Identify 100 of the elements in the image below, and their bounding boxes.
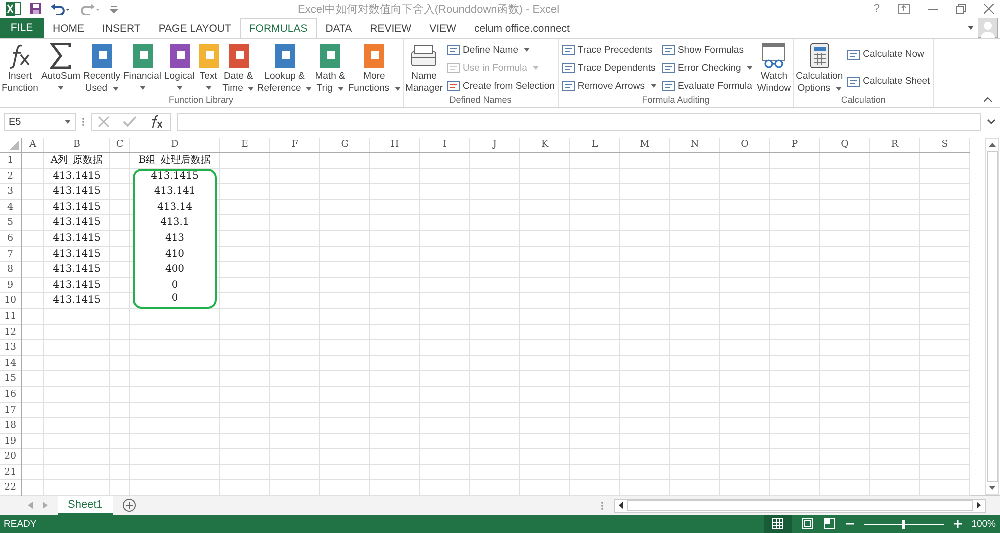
column-header[interactable]: P (770, 138, 820, 153)
help-button[interactable]: ? (874, 3, 880, 15)
sheet-tab[interactable]: Sheet1 (58, 496, 113, 515)
ribbon-tab[interactable]: FORMULAS (240, 18, 317, 38)
ribbon-button[interactable]: Calculation Options (795, 41, 844, 95)
ribbon-command[interactable]: Define Name (447, 42, 555, 58)
ribbon-command[interactable]: Create from Selection (447, 78, 555, 94)
row-header[interactable]: 16 (0, 386, 22, 402)
row-header[interactable]: 14 (0, 356, 22, 372)
ribbon-button[interactable]: AutoSum (40, 41, 82, 95)
ribbon-tab[interactable]: PAGE LAYOUT (150, 18, 240, 38)
ribbon-command[interactable]: Remove Arrows (562, 78, 657, 94)
ribbon-command[interactable]: Calculate Sheet (847, 74, 930, 90)
column-header[interactable]: F (270, 138, 320, 153)
column-header[interactable]: S (920, 138, 970, 153)
column-header[interactable]: N (670, 138, 720, 153)
column-header[interactable]: K (520, 138, 570, 153)
ribbon-tab[interactable]: REVIEW (361, 18, 421, 38)
row-header[interactable]: 19 (0, 434, 22, 450)
row-header[interactable]: 5 (0, 215, 22, 231)
ribbon-button[interactable]: Text (196, 41, 221, 95)
insert-function-icon[interactable] (150, 115, 164, 129)
ribbon-command[interactable]: Evaluate Formula (662, 78, 754, 94)
row-header[interactable]: 4 (0, 200, 22, 216)
row-header[interactable]: 1 (0, 153, 22, 169)
page-layout-view-icon[interactable] (802, 518, 814, 530)
row-header[interactable]: 11 (0, 308, 22, 325)
column-header[interactable]: B (44, 138, 110, 153)
row-header[interactable]: 13 (0, 340, 22, 356)
ribbon-button[interactable]: Name Manager (404, 41, 444, 95)
column-header[interactable]: M (620, 138, 670, 153)
row-header[interactable]: 15 (0, 371, 22, 387)
customize-icon[interactable] (110, 4, 118, 14)
scroll-left-icon[interactable] (619, 502, 623, 509)
zoom-in-icon[interactable] (954, 520, 962, 528)
row-header[interactable]: 20 (0, 449, 22, 465)
ribbon-tab[interactable]: celum office.connect (465, 18, 579, 38)
account-dropdown-icon[interactable] (968, 26, 974, 30)
row-header[interactable]: 7 (0, 246, 22, 262)
scroll-up-icon[interactable] (988, 143, 996, 147)
ribbon-button[interactable]: Math & Trig (314, 41, 346, 95)
ribbon-tab[interactable]: VIEW (420, 18, 466, 38)
collapse-ribbon-icon[interactable] (984, 97, 992, 102)
add-sheet-icon[interactable] (122, 499, 136, 512)
row-header[interactable]: 8 (0, 262, 22, 278)
ribbon-button[interactable]: More Functions (347, 41, 402, 95)
ribbon-button[interactable]: Date & Time (222, 41, 256, 95)
ribbon-tab[interactable]: HOME (44, 18, 94, 38)
row-header[interactable]: 21 (0, 464, 22, 480)
row-header[interactable]: 3 (0, 184, 22, 200)
formula-input[interactable] (177, 113, 981, 131)
ribbon-command[interactable]: Show Formulas (662, 42, 754, 58)
close-icon[interactable] (984, 4, 994, 14)
ribbon-tab[interactable]: DATA (316, 18, 362, 38)
column-header[interactable]: A (22, 138, 44, 153)
ribbon-button[interactable]: Financial (122, 41, 163, 95)
page-break-view-icon[interactable] (824, 518, 836, 530)
column-header[interactable]: I (420, 138, 470, 153)
column-header[interactable]: O (720, 138, 770, 153)
ribbon-button[interactable]: Lookup & Reference (256, 41, 314, 95)
ribbon-button[interactable]: Watch Window (756, 41, 792, 95)
ribbon-command[interactable]: Trace Dependents (562, 60, 657, 76)
row-header[interactable]: 9 (0, 278, 22, 294)
column-header[interactable]: G (320, 138, 370, 153)
ribbon-button[interactable]: Recently Used (82, 41, 122, 95)
undo-icon[interactable] (50, 3, 72, 15)
name-box[interactable]: E5 (4, 113, 76, 131)
horizontal-scrollbar[interactable] (614, 498, 986, 512)
zoom-slider-thumb[interactable] (902, 520, 906, 528)
row-header[interactable]: 2 (0, 168, 22, 184)
column-header[interactable]: L (570, 138, 620, 153)
ribbon-tab[interactable]: INSERT (94, 18, 150, 38)
restore-icon[interactable] (956, 4, 966, 14)
ribbon-command[interactable]: Error Checking (662, 60, 754, 76)
row-header[interactable]: 17 (0, 402, 22, 418)
zoom-level[interactable]: 100% (972, 518, 996, 530)
row-header[interactable]: 10 (0, 293, 22, 309)
ribbon-command[interactable]: Calculate Now (847, 46, 930, 62)
command-icon (562, 44, 575, 56)
column-header[interactable]: R (870, 138, 920, 153)
row-header[interactable]: 12 (0, 324, 22, 340)
ribbon-button[interactable]: Logical (164, 41, 196, 95)
column-header[interactable]: C (110, 138, 130, 153)
column-header[interactable]: D (130, 138, 220, 153)
scroll-down-icon[interactable] (988, 486, 996, 490)
column-header[interactable]: Q (820, 138, 870, 153)
row-header[interactable]: 18 (0, 418, 22, 434)
file-tab[interactable]: FILE (0, 18, 44, 38)
vertical-scrollbar[interactable] (985, 138, 999, 495)
scroll-right-icon[interactable] (977, 502, 981, 509)
ribbon-command[interactable]: Trace Precedents (562, 42, 657, 58)
normal-view-icon[interactable] (764, 515, 792, 533)
ribbon-display-icon[interactable] (898, 4, 910, 14)
save-icon[interactable] (30, 3, 42, 15)
column-header[interactable]: E (220, 138, 270, 153)
column-header[interactable]: J (470, 138, 520, 153)
ribbon-button[interactable]: Insert Function (1, 41, 40, 95)
column-header[interactable]: H (370, 138, 420, 153)
row-header[interactable]: 6 (0, 230, 22, 247)
expand-icon[interactable] (987, 119, 996, 125)
